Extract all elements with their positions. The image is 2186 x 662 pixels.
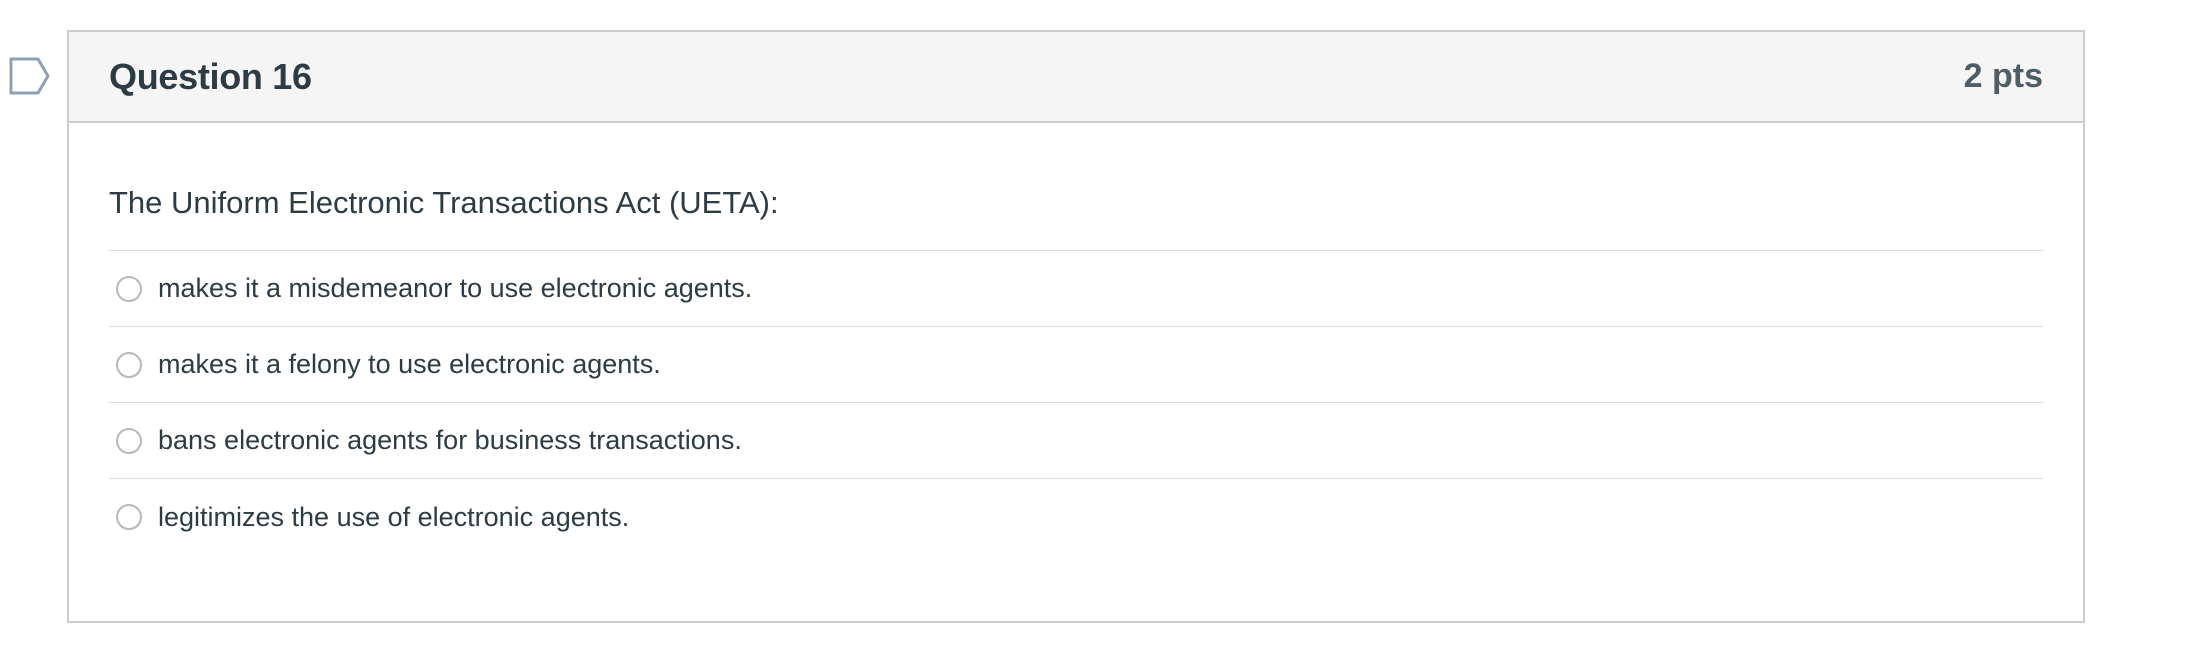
answer-radio[interactable]	[116, 427, 142, 454]
answer-option[interactable]: bans electronic agents for business tran…	[109, 403, 2043, 479]
answer-label[interactable]: makes it a misdemeanor to use electronic…	[158, 273, 752, 304]
question-header: Question 16 2 pts	[69, 32, 2083, 123]
question-points: 2 pts	[1963, 57, 2043, 95]
answer-radio[interactable]	[116, 504, 142, 530]
answer-option[interactable]: makes it a felony to use electronic agen…	[109, 327, 2043, 403]
answer-label[interactable]: makes it a felony to use electronic agen…	[158, 349, 661, 380]
question-text: The Uniform Electronic Transactions Act …	[109, 123, 2043, 251]
answer-option[interactable]: legitimizes the use of electronic agents…	[109, 479, 2043, 555]
answer-label[interactable]: bans electronic agents for business tran…	[158, 425, 742, 456]
question-card: Question 16 2 pts The Uniform Electronic…	[67, 30, 2085, 623]
answer-label[interactable]: legitimizes the use of electronic agents…	[158, 502, 629, 533]
question-title: Question 16	[109, 55, 312, 97]
answer-option[interactable]: makes it a misdemeanor to use electronic…	[109, 251, 2043, 327]
answer-radio[interactable]	[116, 351, 142, 378]
flag-question-icon[interactable]	[8, 56, 52, 96]
answer-radio[interactable]	[116, 275, 142, 302]
answer-list: makes it a misdemeanor to use electronic…	[109, 251, 2043, 555]
question-body: The Uniform Electronic Transactions Act …	[69, 123, 2083, 555]
